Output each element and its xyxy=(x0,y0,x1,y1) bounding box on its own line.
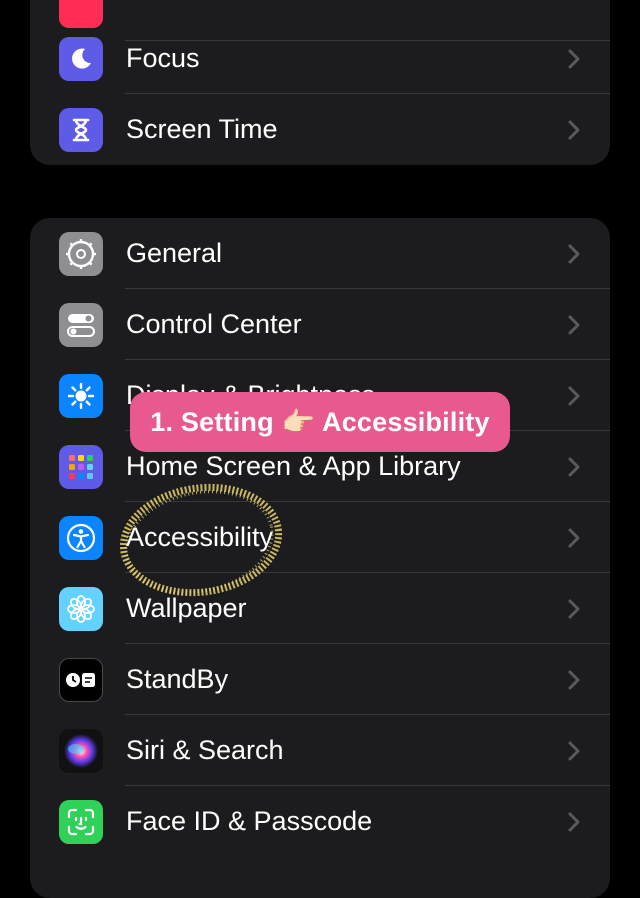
settings-row-focus[interactable]: Focus xyxy=(30,23,610,94)
standby-icon xyxy=(59,658,103,702)
settings-row-general[interactable]: General xyxy=(30,218,610,289)
settings-row-control-center[interactable]: Control Center xyxy=(30,289,610,360)
gear-icon xyxy=(59,232,103,276)
settings-row-label: Face ID & Passcode xyxy=(126,806,373,836)
settings-row-label: Focus xyxy=(126,43,200,73)
chevron-right-icon xyxy=(568,457,580,477)
chevron-right-icon xyxy=(568,120,580,140)
settings-row-standby[interactable]: StandBy xyxy=(30,644,610,715)
settings-row-wallpaper[interactable]: Wallpaper xyxy=(30,573,610,644)
settings-row-label: Screen Time xyxy=(126,114,278,144)
chevron-right-icon xyxy=(568,315,580,335)
settings-group-main: General Control Center Display & Brightn… xyxy=(30,218,610,898)
accessibility-icon xyxy=(59,516,103,560)
settings-row-label: Siri & Search xyxy=(126,735,284,765)
chevron-right-icon xyxy=(568,670,580,690)
settings-group-top: Focus Screen Time xyxy=(30,0,610,165)
chevron-right-icon xyxy=(568,812,580,832)
app-grid-icon xyxy=(59,445,103,489)
siri-icon xyxy=(59,729,103,773)
settings-row-label: Accessibility xyxy=(126,522,274,552)
settings-row-accessibility[interactable]: Accessibility xyxy=(30,502,610,573)
face-id-icon xyxy=(59,800,103,844)
sun-icon xyxy=(59,374,103,418)
settings-row-face-id[interactable]: Face ID & Passcode xyxy=(30,786,610,857)
tutorial-step-badge: 1. Setting 👉🏻 Accessibility xyxy=(130,392,510,452)
settings-row-label: General xyxy=(126,238,223,268)
settings-row-label: Control Center xyxy=(126,309,302,339)
chevron-right-icon xyxy=(568,599,580,619)
chevron-right-icon xyxy=(568,386,580,406)
chevron-right-icon xyxy=(568,741,580,761)
settings-row-screen-time[interactable]: Screen Time xyxy=(30,94,610,165)
chevron-right-icon xyxy=(568,244,580,264)
chevron-right-icon xyxy=(568,49,580,69)
hourglass-icon xyxy=(59,108,103,152)
settings-row-siri-search[interactable]: Siri & Search xyxy=(30,715,610,786)
settings-row-label: StandBy xyxy=(126,664,229,694)
flower-icon xyxy=(59,587,103,631)
settings-row-label: Wallpaper xyxy=(126,593,247,623)
moon-icon xyxy=(59,37,103,81)
chevron-right-icon xyxy=(568,528,580,548)
toggles-icon xyxy=(59,303,103,347)
